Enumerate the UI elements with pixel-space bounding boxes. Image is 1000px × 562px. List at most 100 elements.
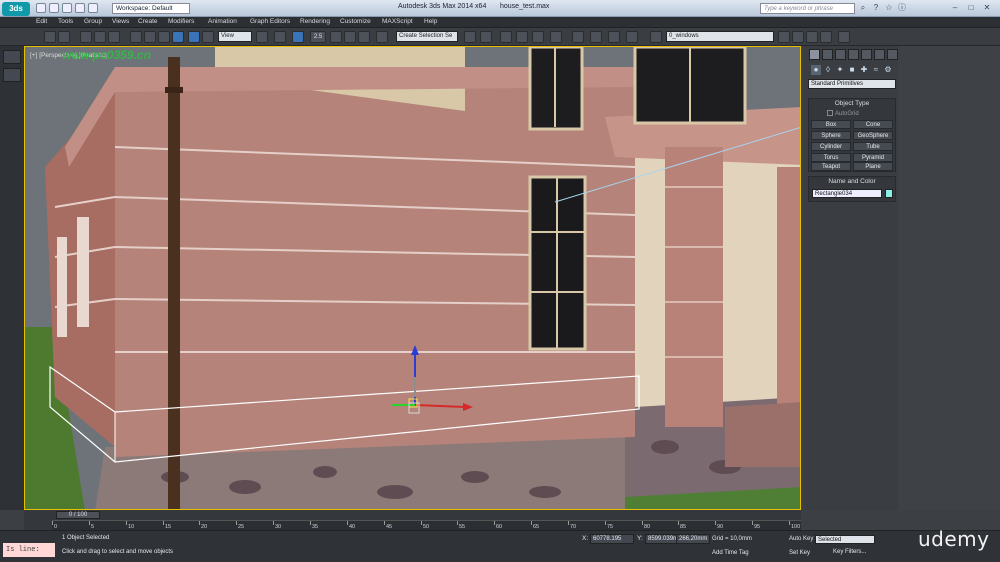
layer-toolbar-icon[interactable] <box>650 31 662 43</box>
minimize-icon[interactable]: – <box>950 3 960 13</box>
motion-tab-icon[interactable] <box>848 49 859 60</box>
cone-button[interactable]: Cone <box>853 120 893 129</box>
redo-icon[interactable] <box>88 3 98 13</box>
menu-tools[interactable]: Tools <box>58 18 73 25</box>
utilities-tab-icon[interactable] <box>874 49 885 60</box>
menu-rendering[interactable]: Rendering <box>300 18 330 25</box>
object-type-header[interactable]: Object Type <box>809 99 895 109</box>
save-file-icon[interactable] <box>62 3 72 13</box>
layer-manager-icon[interactable] <box>500 31 512 43</box>
menu-animation[interactable]: Animation <box>208 18 237 25</box>
layer-dropdown[interactable]: 0_windows <box>666 31 774 42</box>
add-time-tag[interactable]: Add Time Tag <box>712 550 749 556</box>
render-setup-icon[interactable] <box>590 31 602 43</box>
geometry-icon[interactable]: ● <box>811 65 821 75</box>
menu-maxscript[interactable]: MAXScript <box>382 18 413 25</box>
layer-properties-icon[interactable] <box>838 31 850 43</box>
cameras-icon[interactable]: ■ <box>847 65 857 75</box>
modify-tab-icon[interactable] <box>822 49 833 60</box>
set-key-button[interactable]: Set Key <box>789 550 810 556</box>
material-editor-icon[interactable] <box>572 31 584 43</box>
menu-views[interactable]: Views <box>112 18 129 25</box>
left-strip-button[interactable] <box>3 68 21 82</box>
new-file-icon[interactable] <box>36 3 46 13</box>
time-slider[interactable]: 0 / 100 <box>56 511 100 519</box>
menu-edit[interactable]: Edit <box>36 18 47 25</box>
create-layer-icon[interactable] <box>778 31 790 43</box>
pyramid-button[interactable]: Pyramid <box>853 153 893 162</box>
link-icon[interactable] <box>80 31 92 43</box>
plane-button[interactable]: Plane <box>853 162 893 171</box>
autogrid-checkbox[interactable]: AutoGrid <box>827 110 859 117</box>
select-object-icon[interactable] <box>130 31 142 43</box>
add-to-layer-icon[interactable] <box>792 31 804 43</box>
menu-create[interactable]: Create <box>138 18 158 25</box>
menu-help[interactable]: Help <box>424 18 437 25</box>
create-tab-icon[interactable] <box>809 49 820 60</box>
menu-modifiers[interactable]: Modifiers <box>168 18 194 25</box>
select-and-move-icon[interactable] <box>188 31 200 43</box>
key-mode-dropdown[interactable]: Selected <box>815 535 875 544</box>
systems-icon[interactable]: ⚙ <box>883 65 893 75</box>
unlink-icon[interactable] <box>94 31 106 43</box>
window-crossing-icon[interactable] <box>172 31 184 43</box>
close-icon[interactable]: ✕ <box>982 3 992 13</box>
auto-key-button[interactable]: Auto Key <box>789 536 813 542</box>
undo-toolbar-icon[interactable] <box>44 31 56 43</box>
info-icon[interactable]: ⓘ <box>897 3 907 13</box>
select-by-name-icon[interactable] <box>144 31 156 43</box>
primitive-category-dropdown[interactable]: Standard Primitives <box>808 79 896 89</box>
help-icon[interactable]: ? <box>871 3 881 13</box>
select-and-rotate-icon[interactable] <box>202 31 214 43</box>
search-icon[interactable]: ⌕ <box>858 3 868 13</box>
workspace-dropdown[interactable]: Workspace: Default <box>112 3 190 14</box>
render-production-icon[interactable] <box>626 31 638 43</box>
menu-graph-editors[interactable]: Graph Editors <box>250 18 290 25</box>
region-select-icon[interactable] <box>158 31 170 43</box>
sphere-button[interactable]: Sphere <box>811 131 851 140</box>
pivot-center-icon[interactable] <box>256 31 268 43</box>
search-input[interactable]: Type a keyword or phrase <box>760 3 855 14</box>
curve-editor-icon[interactable] <box>532 31 544 43</box>
x-coordinate-field[interactable]: 60778.195 <box>590 534 634 544</box>
lights-icon[interactable]: ✦ <box>835 65 845 75</box>
rendered-frame-icon[interactable] <box>608 31 620 43</box>
percent-snap-icon[interactable] <box>344 31 356 43</box>
schematic-view-icon[interactable] <box>550 31 562 43</box>
name-color-header[interactable]: Name and Color <box>809 177 895 187</box>
manipulate-icon[interactable] <box>274 31 286 43</box>
angle-snap-icon[interactable] <box>330 31 342 43</box>
graphite-tools-icon[interactable] <box>516 31 528 43</box>
snap-toggle-icon[interactable]: 2.5 <box>310 31 326 43</box>
spinner-snap-icon[interactable] <box>358 31 370 43</box>
helpers-icon[interactable]: ✚ <box>859 65 869 75</box>
maxscript-listener[interactable]: Is line: <box>3 543 55 557</box>
maximize-icon[interactable]: □ <box>966 3 976 13</box>
teapot-button[interactable]: Teapot <box>811 162 851 171</box>
timeline-track[interactable]: 0 5 10 15 20 25 30 35 40 45 50 55 60 65 70 75 80 85 90 95 10… <box>52 520 801 530</box>
geosphere-button[interactable]: GeoSphere <box>853 131 893 140</box>
object-name-field[interactable]: Rectangle034 <box>812 189 882 198</box>
box-button[interactable]: Box <box>811 120 851 129</box>
display-tab-icon[interactable] <box>861 49 872 60</box>
align-icon[interactable] <box>480 31 492 43</box>
selection-set-dropdown[interactable]: Create Selection Se <box>396 31 458 42</box>
set-current-layer-icon[interactable] <box>820 31 832 43</box>
edit-named-selection-icon[interactable] <box>376 31 388 43</box>
torus-button[interactable]: Torus <box>811 153 851 162</box>
perspective-viewport[interactable] <box>24 46 801 510</box>
reference-coordinate-dropdown[interactable]: View <box>218 31 252 42</box>
bind-space-warp-icon[interactable] <box>108 31 120 43</box>
keyboard-shortcut-icon[interactable] <box>292 31 304 43</box>
extra-tab-icon[interactable] <box>887 49 898 60</box>
app-logo-icon[interactable]: 3ds <box>2 2 30 16</box>
mirror-icon[interactable] <box>464 31 476 43</box>
menu-customize[interactable]: Customize <box>340 18 371 25</box>
undo-icon[interactable] <box>75 3 85 13</box>
tube-button[interactable]: Tube <box>853 142 893 151</box>
left-strip-button[interactable] <box>3 50 21 64</box>
space-warps-icon[interactable]: ≈ <box>871 65 881 75</box>
key-filters-button[interactable]: Key Filters... <box>833 549 866 555</box>
z-coordinate-field[interactable]: 266,20mm <box>676 534 710 544</box>
hierarchy-tab-icon[interactable] <box>835 49 846 60</box>
